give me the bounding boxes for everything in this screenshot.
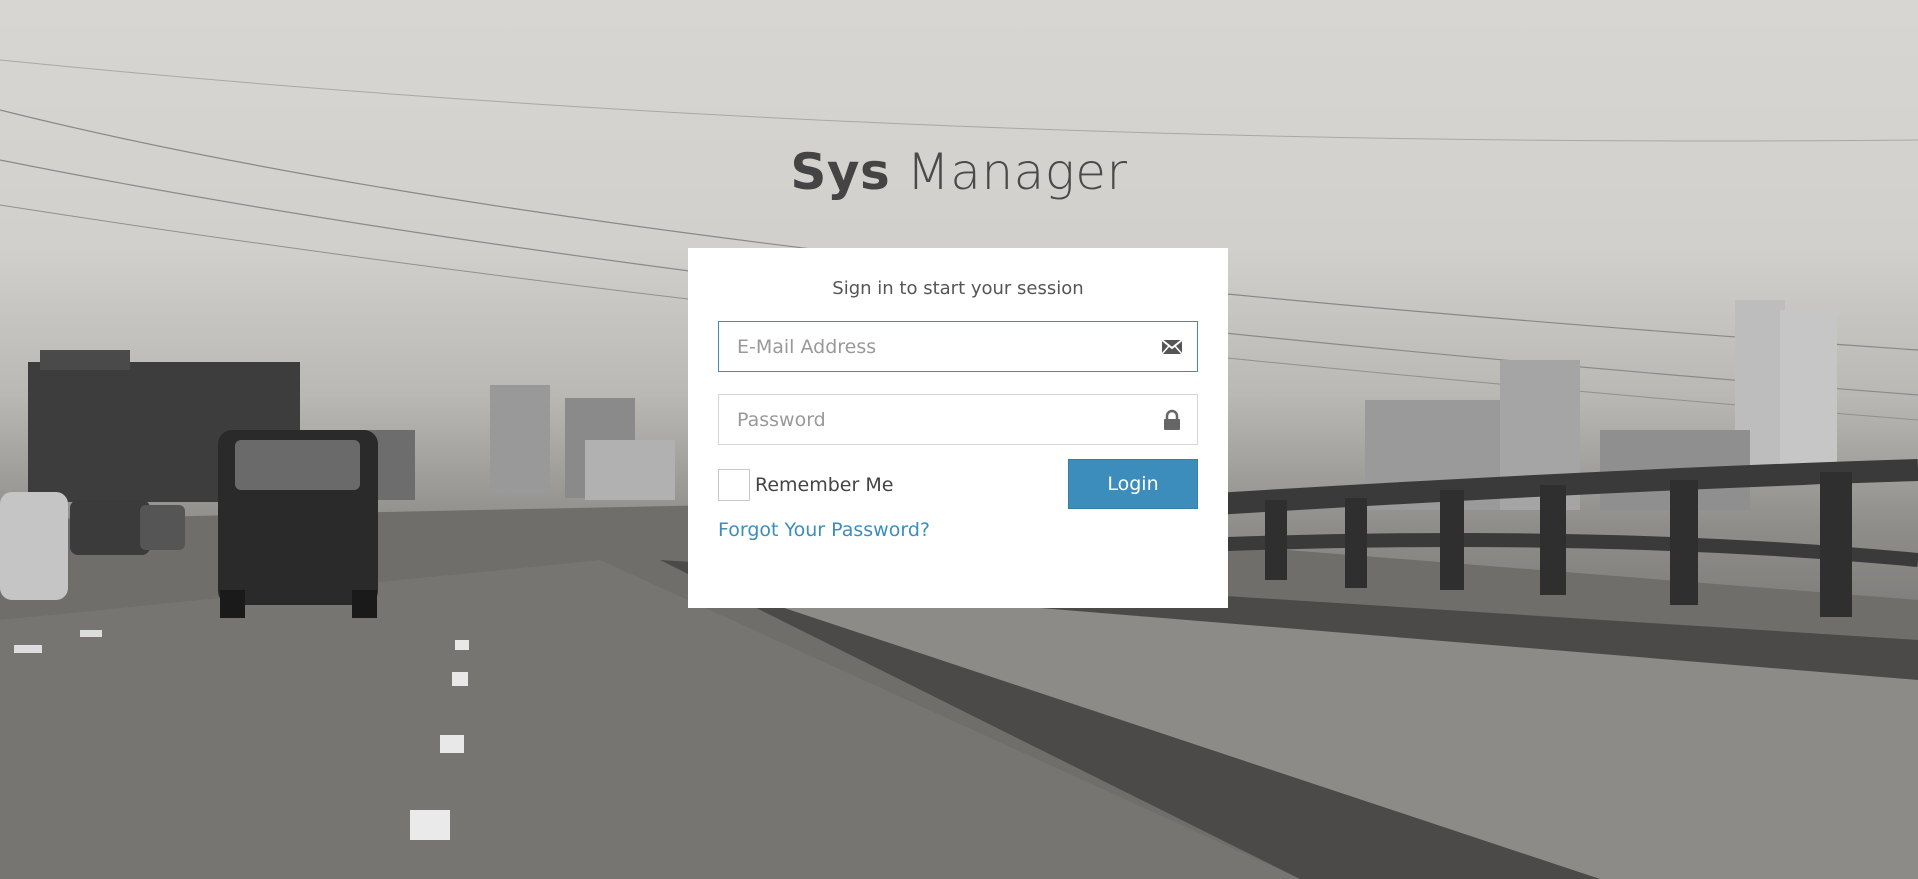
login-box: Sign in to start your session Remember M… [688,248,1228,608]
login-button[interactable]: Login [1068,459,1198,509]
remember-login-row: Remember Me Login [718,459,1198,519]
remember-me-checkbox[interactable] [718,469,750,501]
password-input[interactable] [718,394,1198,445]
logo-bold: Sys [790,143,891,201]
password-field-group [718,394,1198,445]
envelope-icon [1161,339,1183,355]
email-input[interactable] [718,321,1198,372]
forgot-password-link[interactable]: Forgot Your Password? [718,519,930,541]
login-box-message: Sign in to start your session [832,278,1084,299]
lock-icon [1164,409,1180,430]
remember-me-label: Remember Me [755,474,894,496]
email-field-group [718,321,1198,372]
app-logo: Sys Manager [0,143,1918,201]
logo-light: Manager [906,143,1128,201]
remember-me[interactable]: Remember Me [718,469,893,501]
